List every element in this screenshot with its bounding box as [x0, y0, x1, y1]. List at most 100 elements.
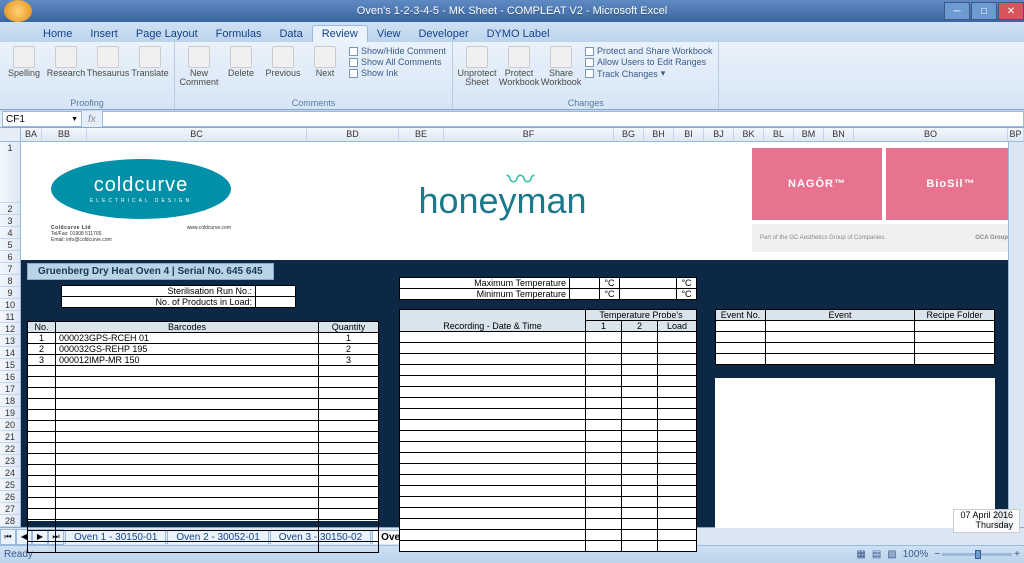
- maximize-button[interactable]: □: [971, 2, 997, 20]
- allow-edit-ranges[interactable]: Allow Users to Edit Ranges: [585, 57, 712, 67]
- delete-comment-button[interactable]: Delete: [223, 44, 259, 78]
- row-4[interactable]: 4: [0, 227, 20, 239]
- col-bg[interactable]: BG: [614, 128, 644, 141]
- row-3[interactable]: 3: [0, 215, 20, 227]
- view-normal-icon[interactable]: ▦: [856, 549, 865, 560]
- col-bi[interactable]: BI: [674, 128, 704, 141]
- formula-input[interactable]: [102, 111, 1024, 127]
- row-19[interactable]: 19: [0, 407, 20, 419]
- row-11[interactable]: 11: [0, 311, 20, 323]
- row-6[interactable]: 6: [0, 251, 20, 263]
- tab-view[interactable]: View: [368, 26, 410, 42]
- row-24[interactable]: 24: [0, 467, 20, 479]
- row-12[interactable]: 12: [0, 323, 20, 335]
- row-27[interactable]: 27: [0, 503, 20, 515]
- col-bl[interactable]: BL: [764, 128, 794, 141]
- col-bh[interactable]: BH: [644, 128, 674, 141]
- research-button[interactable]: Research: [48, 44, 84, 78]
- window-titlebar: Oven's 1-2-3-4-5 - MK Sheet - COMPLEAT V…: [0, 0, 1024, 22]
- row-26[interactable]: 26: [0, 491, 20, 503]
- honeyman-logo: 〰honeyman: [261, 142, 744, 260]
- tab-insert[interactable]: Insert: [81, 26, 127, 42]
- zoom-level[interactable]: 100%: [903, 549, 929, 560]
- col-bc[interactable]: BC: [87, 128, 307, 141]
- row-22[interactable]: 22: [0, 443, 20, 455]
- minimize-button[interactable]: ─: [944, 2, 970, 20]
- tab-page-layout[interactable]: Page Layout: [127, 26, 207, 42]
- thesaurus-button[interactable]: Thesaurus: [90, 44, 126, 78]
- row-16[interactable]: 16: [0, 371, 20, 383]
- protect-workbook-button[interactable]: Protect Workbook: [501, 44, 537, 87]
- vertical-scrollbar[interactable]: [1008, 142, 1024, 527]
- row-9[interactable]: 9: [0, 287, 20, 299]
- row-21[interactable]: 21: [0, 431, 20, 443]
- row-14[interactable]: 14: [0, 347, 20, 359]
- row-10[interactable]: 10: [0, 299, 20, 311]
- col-bn[interactable]: BN: [824, 128, 854, 141]
- col-bb[interactable]: BB: [42, 128, 87, 141]
- tab-dymo[interactable]: DYMO Label: [478, 26, 559, 42]
- row-25[interactable]: 25: [0, 479, 20, 491]
- row-17[interactable]: 17: [0, 383, 20, 395]
- row-18[interactable]: 18: [0, 395, 20, 407]
- translate-button[interactable]: Translate: [132, 44, 168, 78]
- share-workbook-button[interactable]: Share Workbook: [543, 44, 579, 87]
- row-5[interactable]: 5: [0, 239, 20, 251]
- col-ba[interactable]: BA: [21, 128, 42, 141]
- protect-share-workbook[interactable]: Protect and Share Workbook: [585, 46, 712, 56]
- zoom-in-icon[interactable]: +: [1014, 549, 1020, 560]
- tab-formulas[interactable]: Formulas: [207, 26, 271, 42]
- row-20[interactable]: 20: [0, 419, 20, 431]
- ribbon: Spelling Research Thesaurus Translate Pr…: [0, 42, 1024, 110]
- spelling-button[interactable]: Spelling: [6, 44, 42, 78]
- col-bf[interactable]: BF: [444, 128, 614, 141]
- fx-icon[interactable]: fx: [82, 114, 102, 125]
- show-ink[interactable]: Show Ink: [349, 68, 446, 78]
- show-hide-comment[interactable]: Show/Hide Comment: [349, 46, 446, 56]
- nagor-logo: NAGÔR™: [752, 148, 882, 220]
- unprotect-sheet-button[interactable]: Unprotect Sheet: [459, 44, 495, 87]
- white-panel: [715, 378, 995, 528]
- col-bo[interactable]: BO: [854, 128, 1008, 141]
- gca-logos: NAGÔR™ BioSil™ Part of the GC Aesthetics…: [744, 142, 1024, 260]
- row-7[interactable]: 7: [0, 263, 20, 275]
- zoom-slider[interactable]: − +: [934, 549, 1020, 560]
- worksheet[interactable]: coldcurveELECTRICAL DESIGN Coldcurve Ltd…: [21, 142, 1024, 527]
- select-all-cell[interactable]: [0, 128, 21, 141]
- row-28[interactable]: 28: [0, 515, 20, 527]
- zoom-out-icon[interactable]: −: [934, 549, 940, 560]
- tab-review[interactable]: Review: [312, 25, 368, 42]
- col-bj[interactable]: BJ: [704, 128, 734, 141]
- name-box[interactable]: CF1▼: [2, 111, 82, 127]
- row-13[interactable]: 13: [0, 335, 20, 347]
- track-changes[interactable]: Track Changes ▾: [585, 68, 712, 79]
- row-1[interactable]: 1: [0, 142, 20, 203]
- view-layout-icon[interactable]: ▤: [872, 549, 881, 560]
- tab-data[interactable]: Data: [270, 26, 311, 42]
- view-pagebreak-icon[interactable]: ▧: [887, 549, 896, 560]
- tab-home[interactable]: Home: [34, 26, 81, 42]
- col-bk[interactable]: BK: [734, 128, 764, 141]
- col-be[interactable]: BE: [399, 128, 444, 141]
- row-23[interactable]: 23: [0, 455, 20, 467]
- col-bm[interactable]: BM: [794, 128, 824, 141]
- barcode-table: No.BarcodesQuantity 1000023GPS-RCEH 011 …: [27, 321, 379, 521]
- close-button[interactable]: ✕: [998, 2, 1024, 20]
- temperature-table: Maximum Temperature°C°C Minimum Temperat…: [399, 277, 697, 300]
- col-bd[interactable]: BD: [307, 128, 399, 141]
- next-comment-button[interactable]: Next: [307, 44, 343, 78]
- tab-developer[interactable]: Developer: [409, 26, 477, 42]
- group-label-changes: Changes: [459, 98, 712, 109]
- row-2[interactable]: 2: [0, 203, 20, 215]
- col-bp[interactable]: BP: [1008, 128, 1024, 141]
- group-label-proofing: Proofing: [6, 98, 168, 109]
- system-clock: 07 April 2016 Thursday: [953, 509, 1020, 533]
- office-button[interactable]: [4, 0, 32, 22]
- tab-nav-first[interactable]: ⏮: [0, 529, 16, 545]
- show-all-comments[interactable]: Show All Comments: [349, 57, 446, 67]
- new-comment-button[interactable]: New Comment: [181, 44, 217, 87]
- row-8[interactable]: 8: [0, 275, 20, 287]
- previous-comment-button[interactable]: Previous: [265, 44, 301, 78]
- sheet-title: Gruenberg Dry Heat Oven 4 | Serial No. 6…: [27, 263, 274, 280]
- row-15[interactable]: 15: [0, 359, 20, 371]
